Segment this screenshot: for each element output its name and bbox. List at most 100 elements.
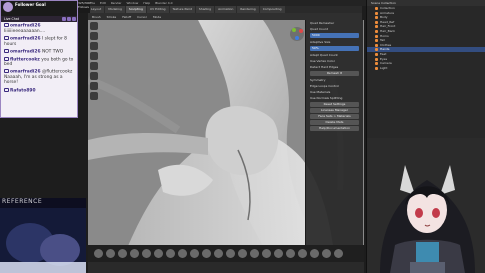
tool-header: Brush Stroke Falloff Cursor Mode xyxy=(88,13,362,20)
tool-mode[interactable]: Mode xyxy=(153,15,161,19)
chat-text: NOT TWO xyxy=(41,49,64,55)
transform-tool-icon[interactable] xyxy=(90,92,98,100)
chat-message: fluttercookz you both go to bed xyxy=(1,56,77,69)
outliner-item[interactable]: Light xyxy=(367,66,485,71)
move-tool-icon[interactable] xyxy=(90,82,98,90)
follower-goal-banner: Follower Goal xyxy=(1,1,77,16)
webcam-image xyxy=(0,198,86,273)
object-icon xyxy=(375,43,378,47)
tab-sculpting[interactable]: Sculpting xyxy=(125,6,146,13)
minimize-icon[interactable] xyxy=(62,17,66,21)
object-icon xyxy=(375,39,378,43)
object-icon xyxy=(375,34,378,38)
user-badge-icon xyxy=(4,35,9,40)
brush-slot-icon[interactable] xyxy=(334,249,343,258)
facesets-button[interactable]: Face Sets > Materials xyxy=(310,114,359,119)
detect-hard-edges-row[interactable]: Detect Hard Edges xyxy=(306,64,363,70)
brush-slot-icon[interactable] xyxy=(202,249,211,258)
adaptive-size-field[interactable]: 50% xyxy=(310,46,359,51)
follower-counter: 325/300 Follows xyxy=(78,1,90,13)
chat-title: Live Chat xyxy=(4,17,19,21)
brush-slot-icon[interactable] xyxy=(178,249,187,258)
brush-slot-icon[interactable] xyxy=(226,249,235,258)
menu-window[interactable]: Window xyxy=(127,1,139,5)
tab-shading[interactable]: Shading xyxy=(195,6,215,13)
close-icon[interactable] xyxy=(72,17,76,21)
user-badge-icon xyxy=(4,23,9,27)
tab-rendering[interactable]: Rendering xyxy=(237,6,259,13)
follower-heart-icon xyxy=(3,2,13,12)
reset-settings-button[interactable]: Reset Settings xyxy=(310,102,359,107)
screen: { "stream": { "follower_label": "Followe… xyxy=(0,0,485,273)
help-button[interactable]: Help/Documentation xyxy=(310,126,359,131)
chat-controls xyxy=(62,16,76,21)
grab-brush-icon[interactable] xyxy=(90,52,98,60)
tool-stroke[interactable]: Stroke xyxy=(107,15,117,19)
webcam-label: REFERENCE xyxy=(2,198,43,205)
tab-modeling[interactable]: Modeling xyxy=(105,6,125,13)
brush-slot-icon[interactable] xyxy=(250,249,259,258)
tab-layout[interactable]: Layout xyxy=(88,6,105,13)
clay-brush-icon[interactable] xyxy=(90,32,98,40)
brush-slot-icon[interactable] xyxy=(106,249,115,258)
menu-file[interactable]: File xyxy=(90,1,95,5)
delete-mats-button[interactable]: Delete Mats xyxy=(310,120,359,125)
brush-slot-icon[interactable] xyxy=(214,249,223,258)
tab-compositing[interactable]: Compositing xyxy=(259,6,285,13)
menu-help[interactable]: Help xyxy=(143,1,150,5)
user-badge-icon xyxy=(4,69,9,74)
chat-text: Iiiiiiieeeaaaaaan.... xyxy=(4,28,46,34)
mask-brush-icon[interactable] xyxy=(90,72,98,80)
tab-animation[interactable]: Animation xyxy=(215,6,237,13)
brush-slot-icon[interactable] xyxy=(190,249,199,258)
brush-slot-icon[interactable] xyxy=(154,249,163,258)
object-icon xyxy=(375,52,378,56)
user-badge-icon xyxy=(4,48,9,53)
brush-slot-icon[interactable] xyxy=(262,249,271,258)
vtuber-avatar xyxy=(370,150,485,273)
chat-username[interactable]: omarfradi26 xyxy=(10,49,41,54)
tab-uv-editing[interactable]: UV Editing xyxy=(146,6,169,13)
brush-slot-icon[interactable] xyxy=(142,249,151,258)
brush-slot-icon[interactable] xyxy=(274,249,283,258)
brush-slot-icon[interactable] xyxy=(238,249,247,258)
brush-slot-icon[interactable] xyxy=(286,249,295,258)
tab-texture-paint[interactable]: Texture Paint xyxy=(169,6,195,13)
follower-sub: Follows xyxy=(78,5,89,9)
chat-username[interactable]: fluttercookz xyxy=(10,57,40,62)
tool-cursor[interactable]: Cursor xyxy=(137,15,147,19)
menu-render[interactable]: Render xyxy=(111,1,122,5)
remesh-button[interactable]: Remesh It xyxy=(310,71,359,76)
chat-message: Rafato890 xyxy=(1,87,77,95)
tool-falloff[interactable]: Falloff xyxy=(122,15,131,19)
brush-slot-icon[interactable] xyxy=(130,249,139,258)
object-icon xyxy=(375,57,378,61)
brush-slot-icon[interactable] xyxy=(310,249,319,258)
use-normals-row[interactable]: Use Normals Splitting xyxy=(306,95,363,101)
outliner-item-label: Light xyxy=(380,65,388,70)
timeline-bar[interactable] xyxy=(88,262,364,273)
brush-slot-icon[interactable] xyxy=(118,249,127,258)
brush-slot-icon[interactable] xyxy=(166,249,175,258)
brush-slot-icon[interactable] xyxy=(298,249,307,258)
object-icon xyxy=(375,25,378,29)
chat-username[interactable]: Rafato890 xyxy=(10,88,36,93)
user-badge-icon xyxy=(4,87,9,92)
object-icon xyxy=(375,11,378,15)
maximize-icon[interactable] xyxy=(67,17,71,21)
inflate-brush-icon[interactable] xyxy=(90,42,98,50)
menu-edit[interactable]: Edit xyxy=(100,1,106,5)
navigation-gizmo-icon[interactable] xyxy=(289,26,305,42)
smooth-brush-icon[interactable] xyxy=(90,62,98,70)
brush-slot-icon[interactable] xyxy=(94,249,103,258)
properties-header xyxy=(367,138,485,143)
chat-message: omarfradi26 @fluttercookz Naaaah, I'm as… xyxy=(1,68,77,86)
tool-brush[interactable]: Brush xyxy=(92,15,101,19)
brush-slot-icon[interactable] xyxy=(322,249,331,258)
licenses-button[interactable]: Licenses Manager xyxy=(310,108,359,113)
outliner-list: Collection Armature Body Head_Ref Hair_Front… xyxy=(367,6,485,70)
draw-brush-icon[interactable] xyxy=(90,22,98,30)
webcam-feed: REFERENCE xyxy=(0,198,86,273)
quad-count-field[interactable]: 5000 xyxy=(310,33,359,38)
object-icon xyxy=(375,62,378,66)
